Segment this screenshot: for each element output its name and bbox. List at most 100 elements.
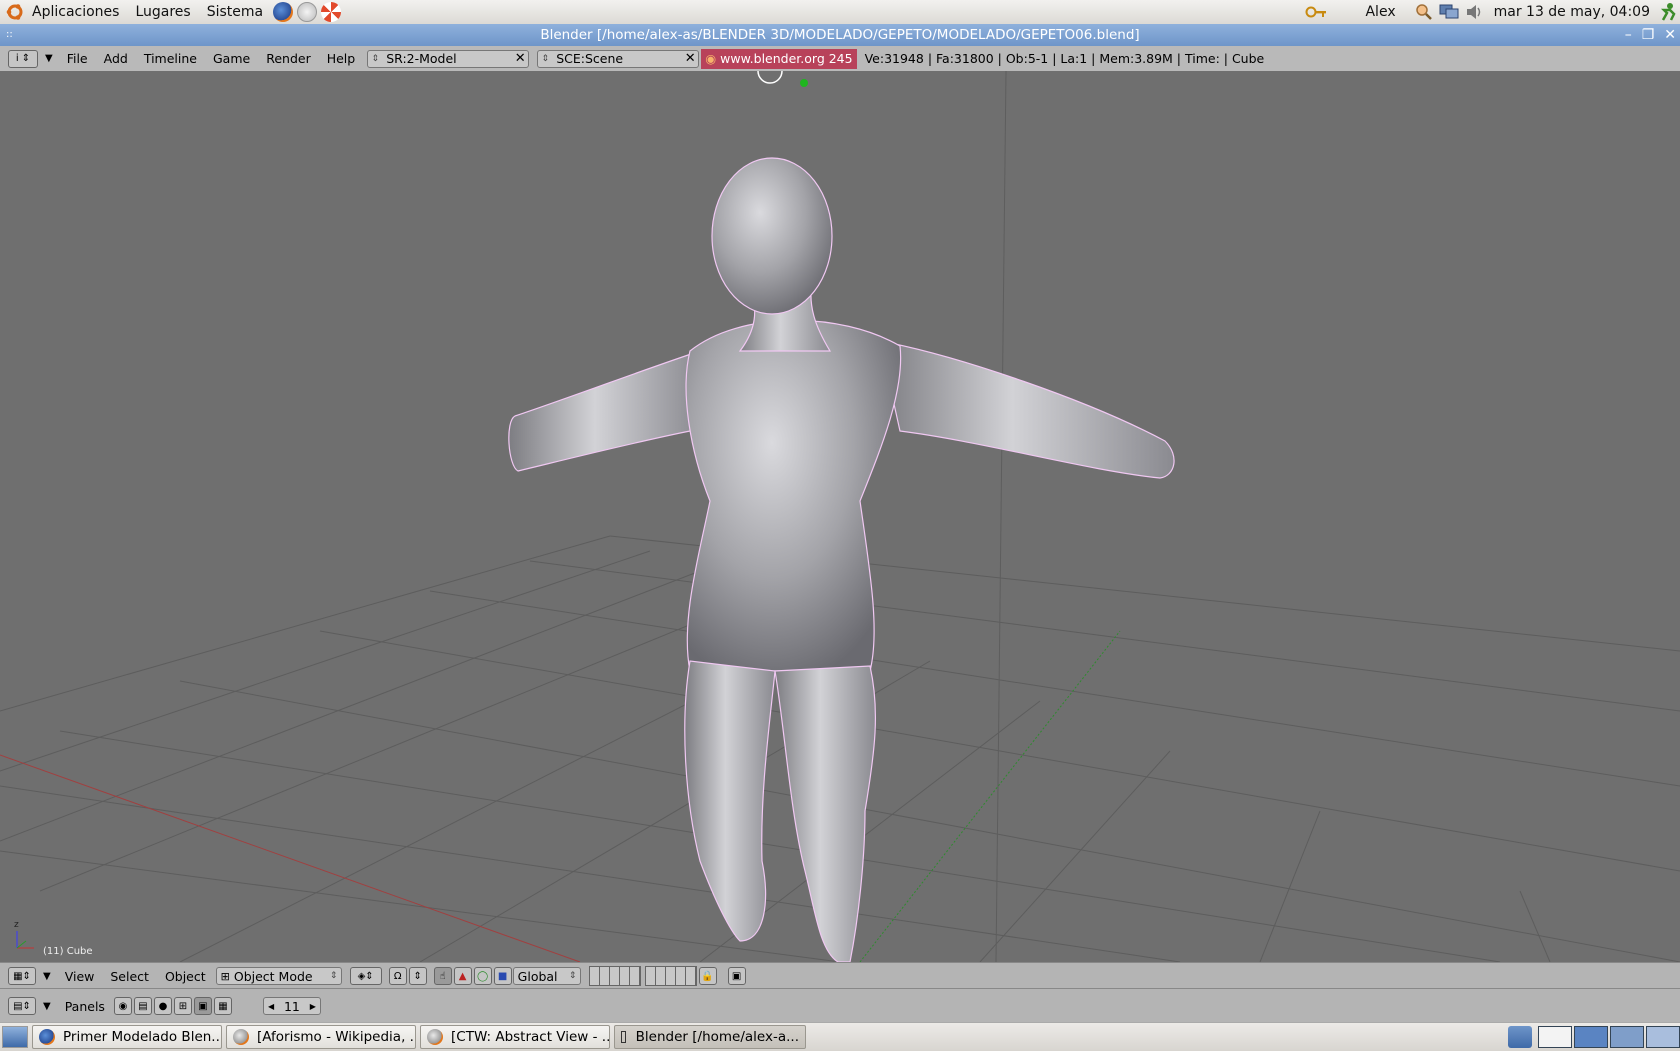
orientation-label[interactable]: Global [514, 969, 566, 984]
user-name[interactable]: Alex [1357, 4, 1403, 20]
firefox-launcher-icon[interactable] [273, 2, 294, 22]
scene-browse-icon[interactable]: ⇕ [538, 54, 552, 64]
orientation-dropdown-icon[interactable]: ⇕ [566, 971, 580, 981]
logic-context-icon[interactable]: ◉ [113, 997, 132, 1015]
frame-increment-icon[interactable]: ▶ [310, 1002, 320, 1011]
layer-icon[interactable]: ⇕ [408, 967, 427, 985]
blender-version-tag: ◉ www.blender.org 245 [701, 48, 857, 69]
scene-delete-icon[interactable]: ✕ [682, 51, 698, 66]
frame-number-field[interactable]: ◀ 11 ▶ [262, 997, 321, 1015]
firefox-icon [427, 1029, 443, 1045]
green-gizmo-icon[interactable] [800, 79, 808, 87]
3d-viewport[interactable]: z (11) Cube [0, 71, 1680, 962]
editor-type-icon[interactable]: ▦⇕ [8, 967, 36, 985]
axis-widget-icon [16, 931, 34, 949]
mode-label[interactable]: Object Mode [230, 969, 327, 984]
render-preview-icon[interactable]: ▣ [727, 967, 746, 985]
collapse-menus-icon[interactable]: ▼ [45, 53, 53, 64]
close-icon[interactable]: ✕ [1664, 24, 1676, 46]
lock-layers-icon[interactable]: 🔒 [698, 967, 717, 985]
pivot-icon[interactable]: Ω [388, 967, 407, 985]
taskbar: Primer Modelado Blen... [Aforismo - Wiki… [0, 1022, 1680, 1051]
orientation-selector[interactable]: Global ⇕ [512, 967, 581, 985]
blender-info-header: i ⇕ ▼ File Add Timeline Game Render Help… [0, 46, 1680, 72]
task-blender[interactable]: Blender [/home/alex-a... [614, 1025, 806, 1049]
ubuntu-logo-icon[interactable] [6, 3, 24, 21]
clock[interactable]: mar 13 de may, 04:09 [1486, 4, 1658, 20]
mail-launcher-icon[interactable] [297, 2, 318, 22]
scene-context-icon[interactable]: ▦ [213, 997, 232, 1015]
script-context-icon[interactable]: ▤ [133, 997, 152, 1015]
model-torso[interactable] [685, 319, 902, 672]
workspace-4[interactable] [1646, 1026, 1680, 1048]
workspace-1[interactable] [1538, 1026, 1572, 1048]
layer-buttons-group-1[interactable] [588, 966, 641, 986]
screen-delete-icon[interactable]: ✕ [512, 51, 528, 66]
workspace-3[interactable] [1610, 1026, 1644, 1048]
workspace-2[interactable] [1574, 1026, 1608, 1048]
task-primer-modelado[interactable]: Primer Modelado Blen... [32, 1025, 222, 1049]
show-desktop-icon[interactable] [2, 1026, 28, 1048]
layer-buttons-group-2[interactable] [644, 966, 697, 986]
model-head[interactable] [711, 157, 833, 315]
model-left-arm[interactable] [508, 350, 701, 472]
task-ctw-abstract-view[interactable]: [CTW: Abstract View - ... [420, 1025, 610, 1049]
menu-lugares[interactable]: Lugares [127, 4, 198, 20]
3d-cursor-icon[interactable] [757, 71, 783, 84]
menu-aplicaciones[interactable]: Aplicaciones [24, 4, 127, 20]
collapse-menus-icon[interactable]: ▼ [43, 1001, 51, 1012]
manipulator-scale-icon[interactable]: ■ [493, 967, 512, 985]
menu-add[interactable]: Add [96, 51, 136, 66]
manipulator-translate-icon[interactable]: ▲ [453, 967, 472, 985]
model-left-leg[interactable] [684, 660, 776, 942]
fast-user-switch-icon[interactable] [1658, 2, 1678, 22]
collapse-menus-icon[interactable]: ▼ [43, 971, 51, 982]
model-right-arm[interactable] [879, 340, 1175, 479]
screen-name[interactable]: SR:2-Model [382, 51, 512, 66]
panels-label[interactable]: Panels [57, 999, 113, 1014]
task-aforismo[interactable]: [Aforismo - Wikipedia, ... [226, 1025, 416, 1049]
buttons-editor-type-icon[interactable]: ▤⇕ [8, 997, 36, 1015]
screen-browse-icon[interactable]: ⇕ [368, 54, 382, 64]
info-window-type-icon[interactable]: i ⇕ [8, 49, 38, 68]
draw-type-icon[interactable]: ◈⇕ [349, 967, 382, 985]
manipulator-rotate-icon[interactable]: ◯ [473, 967, 492, 985]
help-launcher-icon[interactable] [321, 2, 342, 22]
menu-sistema[interactable]: Sistema [199, 4, 271, 20]
human-model[interactable] [508, 157, 1175, 962]
window-titlebar[interactable]: :: Blender [/home/alex-as/BLENDER 3D/MOD… [0, 24, 1680, 46]
minimize-icon[interactable]: – [1625, 24, 1632, 46]
menu-file[interactable]: File [59, 51, 96, 66]
menu-select[interactable]: Select [102, 969, 157, 984]
screen-selector[interactable]: ⇕ SR:2-Model ✕ [367, 49, 530, 68]
window-menu-icon[interactable]: :: [6, 24, 13, 46]
object-context-icon[interactable]: ⊞ [173, 997, 192, 1015]
scene-selector[interactable]: ⇕ SCE:Scene ✕ [537, 49, 700, 68]
search-icon[interactable] [1415, 3, 1433, 21]
x-axis-line [0, 754, 581, 962]
manipulator-hand-icon[interactable]: ☝ [433, 967, 452, 985]
volume-icon[interactable] [1465, 3, 1483, 21]
menu-object[interactable]: Object [157, 969, 214, 984]
blender-logo-icon: ◉ [705, 50, 717, 66]
shading-context-icon[interactable]: ● [153, 997, 172, 1015]
mode-selector[interactable]: ⊞ Object Mode ⇕ [215, 967, 342, 985]
menu-game[interactable]: Game [205, 51, 258, 66]
mode-dropdown-icon[interactable]: ⇕ [327, 971, 341, 981]
menu-timeline[interactable]: Timeline [136, 51, 205, 66]
editing-context-icon[interactable]: ▣ [193, 997, 212, 1015]
frame-decrement-icon[interactable]: ◀ [264, 1002, 274, 1011]
window-icon [621, 1031, 626, 1043]
frame-number[interactable]: 11 [284, 999, 300, 1014]
maximize-icon[interactable]: ❐ [1642, 24, 1655, 46]
scene-name[interactable]: SCE:Scene [552, 51, 682, 66]
menu-help[interactable]: Help [319, 51, 364, 66]
menu-render[interactable]: Render [258, 51, 319, 66]
task-label: Blender [/home/alex-a... [635, 1029, 799, 1045]
model-right-leg[interactable] [774, 665, 877, 962]
trash-icon[interactable] [1508, 1026, 1532, 1048]
keyring-icon[interactable] [1305, 4, 1327, 20]
menu-view[interactable]: View [57, 969, 103, 984]
viewport-canvas[interactable]: z (11) Cube [0, 71, 1680, 962]
network-icon[interactable] [1439, 3, 1459, 21]
